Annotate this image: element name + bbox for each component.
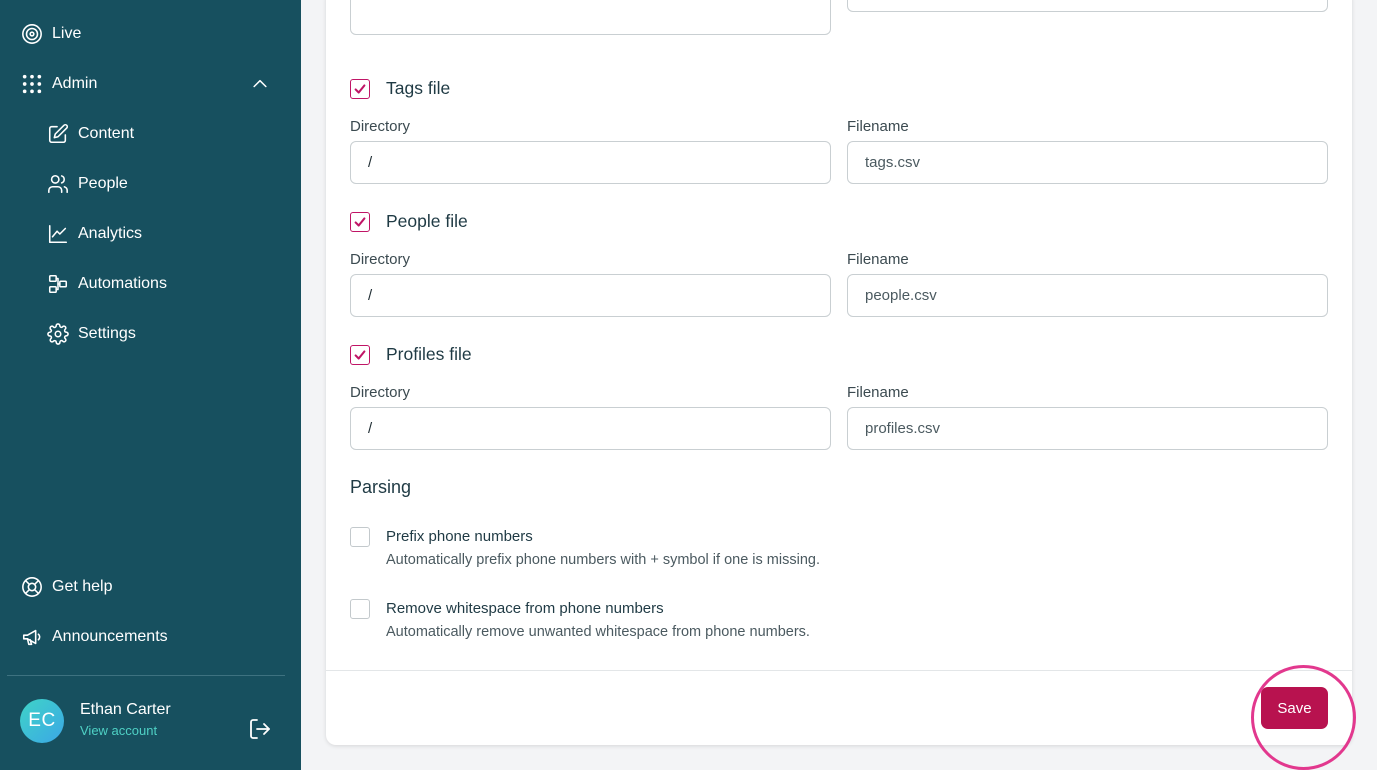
nav-people[interactable]: People [46,166,128,202]
tags-directory-input[interactable]: / [350,141,831,184]
people-file-label: People file [386,211,468,231]
parsing-section-title: Parsing [350,477,412,497]
directory-input-previous[interactable] [350,0,831,35]
tags-file-label: Tags file [386,78,451,98]
megaphone-icon [20,625,44,649]
tags-filename-input[interactable]: tags.csv [847,141,1328,184]
nav-get-help-label: Get help [52,578,113,595]
nav-settings-label: Settings [78,325,136,342]
profiles-directory-input[interactable]: / [350,407,831,450]
avatar[interactable]: EC [20,699,64,743]
profiles-directory-label: Directory [350,384,411,401]
people-filename-input[interactable]: people.csv [847,274,1328,317]
people-directory-input[interactable]: / [350,274,831,317]
prefix-phone-title: Prefix phone numbers [386,528,533,545]
nav-settings[interactable]: Settings [46,316,136,352]
nav-get-help[interactable]: Get help [20,569,112,605]
nav-automations-label: Automations [78,275,167,292]
edit-icon [46,122,70,146]
prefix-phone-checkbox[interactable] [350,527,370,547]
grid-dots-icon [20,72,44,96]
trending-chart-icon [46,222,70,246]
users-icon [46,172,70,196]
card-footer-divider [326,670,1352,671]
profiles-file-label: Profiles file [386,344,472,364]
checkmark-icon [354,350,366,360]
sidebar-divider [7,675,285,676]
checkmark-icon [354,217,366,227]
nav-people-label: People [78,175,128,192]
nav-content[interactable]: Content [46,116,134,152]
nav-analytics-label: Analytics [78,225,143,242]
nav-live-label: Live [52,25,82,42]
profiles-file-checkbox[interactable] [350,345,370,365]
people-file-checkbox[interactable] [350,212,370,232]
tags-file-checkbox[interactable] [350,79,370,99]
chevron-up-icon[interactable] [250,74,270,94]
profiles-filename-input[interactable]: profiles.csv [847,407,1328,450]
nav-live[interactable]: Live [20,16,81,52]
nav-analytics[interactable]: Analytics [46,216,142,252]
remove-whitespace-checkbox[interactable] [350,599,370,619]
gear-icon [46,322,70,346]
automation-flow-icon [46,272,70,296]
lifebuoy-icon [20,575,44,599]
remove-whitespace-title: Remove whitespace from phone numbers [386,600,664,617]
nav-announcements-label: Announcements [52,628,168,645]
prefix-phone-description: Automatically prefix phone numbers with … [386,552,820,568]
user-name: Ethan Carter [80,701,171,718]
people-directory-label: Directory [350,251,411,268]
tags-filename-label: Filename [847,118,909,135]
logout-icon[interactable] [248,717,272,741]
checkmark-icon [354,84,366,94]
nav-content-label: Content [78,125,135,142]
nav-admin-label: Admin [52,75,98,92]
nav-automations[interactable]: Automations [46,266,167,302]
filename-input-previous[interactable] [847,0,1328,12]
people-filename-label: Filename [847,251,909,268]
view-account-link[interactable]: View account [80,723,157,738]
tags-directory-label: Directory [350,118,411,135]
sidebar: Live Admin Content People Analytics Auto… [0,0,301,770]
save-button[interactable]: Save [1261,687,1328,729]
avatar-initials: EC [28,710,56,731]
nav-admin[interactable]: Admin [20,66,97,102]
profiles-filename-label: Filename [847,384,909,401]
remove-whitespace-description: Automatically remove unwanted whitespace… [386,624,810,640]
nav-announcements[interactable]: Announcements [20,619,168,655]
live-target-icon [20,22,44,46]
